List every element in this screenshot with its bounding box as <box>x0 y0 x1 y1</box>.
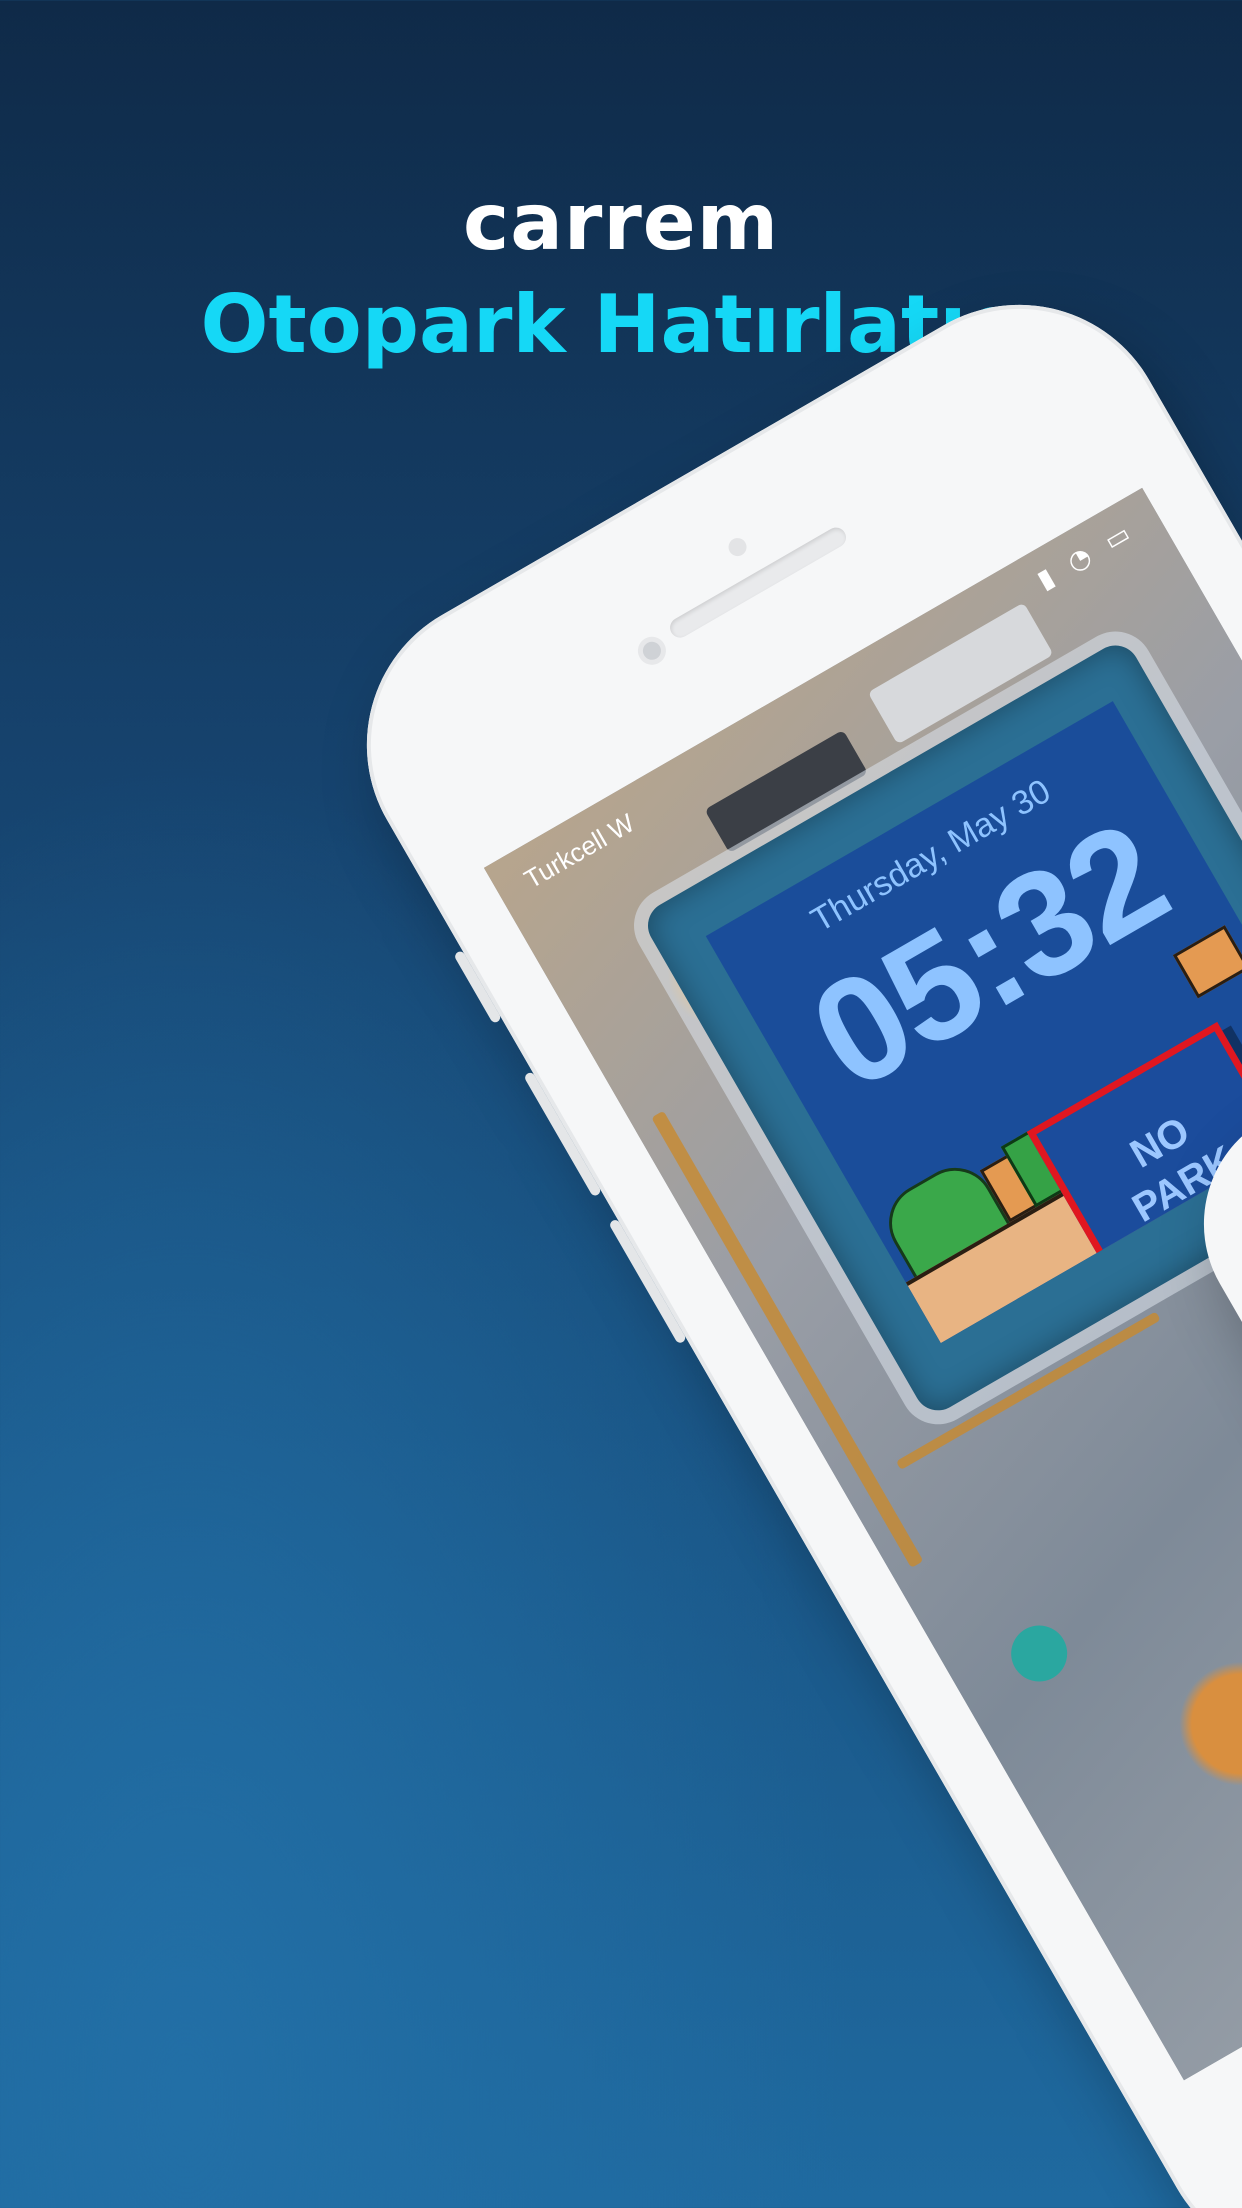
console-screen-bezel: Thursday, May 30 05:32 NO PARK <box>639 636 1242 1420</box>
brand-name: carrem <box>463 178 779 268</box>
dpad-icon <box>1200 1524 1242 1976</box>
wallpaper-teal-button <box>1000 1615 1078 1692</box>
lock-screen: Turkcell W ▮ ◔ ▭ Thursday, May 30 05:32 … <box>483 487 1242 2081</box>
volume-up-button <box>523 1071 602 1198</box>
proximity-sensor <box>725 534 750 560</box>
phone-mockup: Turkcell W ▮ ◔ ▭ Thursday, May 30 05:32 … <box>312 250 1242 2208</box>
signal-wifi-battery-icon: ▮ ◔ ▭ <box>1032 515 1141 596</box>
earpiece-speaker <box>666 523 850 642</box>
front-camera-icon <box>632 631 672 670</box>
volume-down-button <box>608 1218 687 1345</box>
mute-switch <box>453 949 502 1025</box>
carrier-label: Turkcell W <box>518 807 640 895</box>
